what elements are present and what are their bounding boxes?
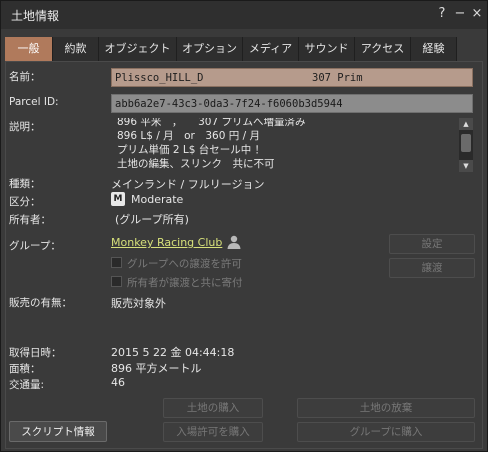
tab-general[interactable]: 一般 [5, 37, 53, 61]
land-info-window: 土地情報 ? − × 一般 約款 オブジェクト オプション メディア サウンド … [0, 0, 488, 452]
tab-bar: 一般 約款 オブジェクト オプション メディア サウンド アクセス 経験 [5, 37, 457, 61]
description-line: 896 L$ / 月 or 360 円 / 月 [117, 130, 260, 142]
group-profile-icon[interactable] [226, 235, 242, 249]
moderate-rating-icon: M [111, 192, 125, 206]
area-value: 896 平方メートル [111, 362, 202, 375]
traffic-value: 46 [111, 376, 125, 389]
traffic-label: 交通量: [9, 379, 45, 391]
area-label: 面積： [9, 363, 41, 375]
type-label: 種類： [9, 178, 41, 190]
buy-pass-button[interactable]: 入場許可を購入 [163, 422, 263, 442]
tab-access[interactable]: アクセス [355, 37, 411, 61]
help-icon[interactable]: ? [435, 6, 449, 21]
for-sale-value: 販売対象外 [111, 297, 166, 310]
allow-deed-label: グループへの譲渡を許可 [127, 258, 242, 270]
description-scrollbar[interactable]: ▲ ▼ [459, 118, 473, 172]
buy-land-button[interactable]: 土地の購入 [163, 398, 263, 418]
window-title: 土地情報 [11, 9, 60, 23]
description-label: 説明： [9, 121, 41, 133]
owner-contribution-checkbox[interactable] [111, 276, 122, 287]
description-line: 土地の編集、スリンク 共に不可 [117, 158, 275, 170]
description-textarea[interactable]: 896 平米 ， 307 プリムへ増量済み 896 L$ / 月 or 360 … [111, 118, 453, 172]
abandon-land-button[interactable]: 土地の放棄 [297, 398, 475, 418]
buy-for-group-button[interactable]: グループに購入 [297, 422, 475, 442]
group-link[interactable]: Monkey Racing Club [111, 236, 222, 249]
set-group-button[interactable]: 設定 [389, 234, 475, 254]
group-label: グループ： [9, 240, 61, 252]
scroll-up-icon[interactable]: ▲ [459, 118, 473, 130]
for-sale-label: 販売の有無： [9, 297, 72, 309]
title-bar[interactable]: 土地情報 ? − × [1, 1, 487, 29]
deed-button[interactable]: 譲渡 [389, 258, 475, 278]
tab-covenant[interactable]: 約款 [53, 37, 99, 61]
claimed-value: 2015 5 22 金 04:44:18 [111, 346, 235, 359]
description-line: プリム単価 2 L$ 台セール中 ！ [117, 144, 266, 156]
rating-label: 区分： [9, 196, 41, 208]
parcel-id-field[interactable]: abb6a2e7-43c3-0da3-7f24-f6060b3d5944 [111, 94, 473, 113]
tab-experience[interactable]: 経験 [411, 37, 457, 61]
name-label: 名前： [9, 71, 41, 83]
allow-deed-checkbox[interactable] [111, 257, 122, 268]
minimize-icon[interactable]: − [453, 6, 467, 21]
scroll-thumb[interactable] [461, 134, 471, 152]
scroll-down-icon[interactable]: ▼ [459, 160, 473, 172]
owner-contribution-label: 所有者が譲渡と共に寄付 [127, 277, 243, 289]
claimed-label: 取得日時： [9, 347, 62, 359]
tab-media[interactable]: メディア [243, 37, 299, 61]
name-value: Plissco_HILL_D [115, 72, 204, 84]
close-icon[interactable]: × [470, 6, 484, 21]
tab-options[interactable]: オプション [177, 37, 243, 61]
parcel-id-label: Parcel ID: [9, 96, 59, 108]
name-field[interactable]: Plissco_HILL_D 307 Prim [111, 68, 473, 87]
rating-value: Moderate [131, 193, 184, 206]
owner-value: (グループ所有) [115, 213, 189, 226]
tab-sound[interactable]: サウンド [299, 37, 355, 61]
tab-objects[interactable]: オブジェクト [99, 37, 177, 61]
script-info-button[interactable]: スクリプト情報 [9, 421, 107, 442]
type-value: メインランド / フルリージョン [111, 178, 265, 191]
owner-label: 所有者： [9, 214, 51, 226]
prim-count: 307 Prim [312, 72, 363, 84]
